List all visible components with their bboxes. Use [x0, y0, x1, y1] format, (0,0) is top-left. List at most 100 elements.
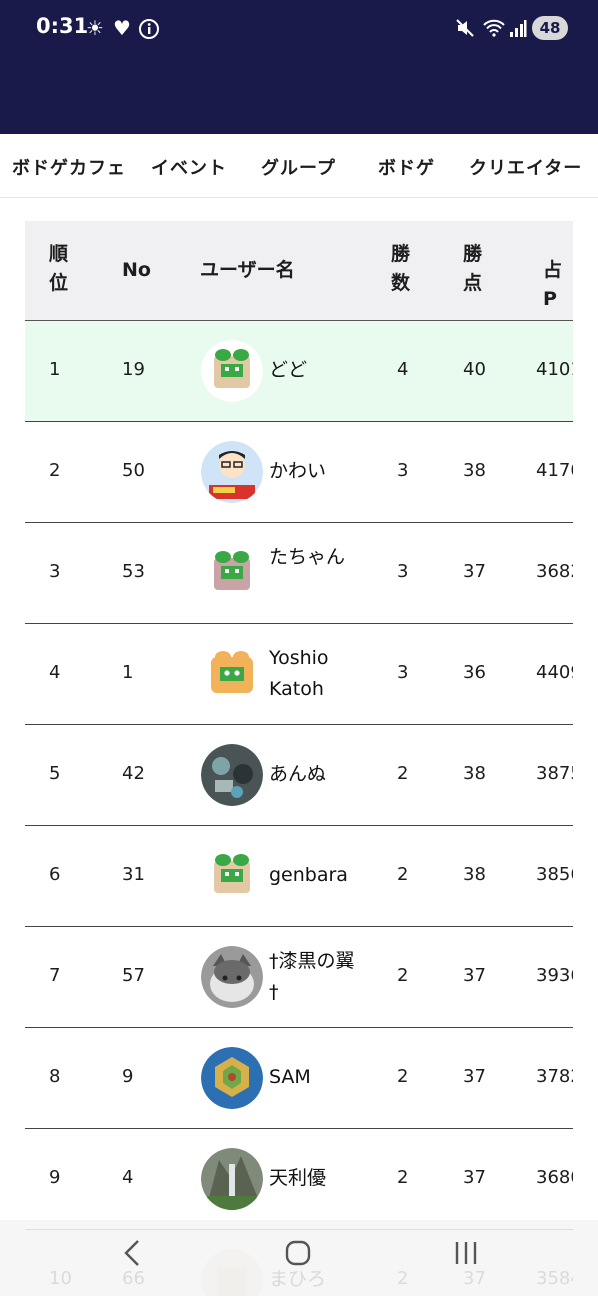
heart-icon: ♥	[113, 16, 131, 40]
no-cell: 1	[122, 662, 134, 683]
user-avatar[interactable]	[201, 845, 263, 907]
home-button[interactable]	[284, 1238, 312, 1275]
rank-cell: 7	[49, 965, 61, 986]
score-cell: 3856	[536, 864, 573, 885]
status-row: 0:31 ☀ ♥ 48	[0, 12, 598, 46]
header-rank: 順位	[49, 243, 69, 294]
score-cell: 3680	[536, 1167, 573, 1188]
no-cell: 53	[122, 561, 145, 582]
score-cell: 3682	[536, 561, 573, 582]
rank-cell: 2	[49, 460, 61, 481]
status-bar: 0:31 ☀ ♥ 48	[0, 0, 598, 134]
user-avatar[interactable]	[201, 643, 263, 705]
signal-icon	[509, 18, 527, 41]
points-cell: 38	[463, 763, 486, 784]
table-row[interactable]: 6 31 genbara 2 38 3856	[25, 826, 573, 927]
username-cell[interactable]: 天利優	[269, 1163, 359, 1194]
system-nav-bar	[0, 1220, 598, 1296]
user-avatar[interactable]	[201, 744, 263, 806]
tab-creator[interactable]: クリエイター	[469, 154, 582, 180]
username-cell[interactable]: たちゃん	[269, 542, 359, 573]
wins-cell: 2	[397, 763, 409, 784]
points-cell: 38	[463, 864, 486, 885]
wins-cell: 2	[397, 965, 409, 986]
header-score: 占P	[543, 259, 563, 310]
points-cell: 37	[463, 965, 486, 986]
score-cell: 3782	[536, 1066, 573, 1087]
brightness-icon: ☀	[86, 16, 104, 40]
status-time: 0:31	[36, 14, 89, 38]
rank-cell: 8	[49, 1066, 61, 1087]
recents-button[interactable]	[452, 1238, 480, 1275]
tab-boardgame[interactable]: ボドゲ	[378, 154, 435, 180]
user-avatar[interactable]	[201, 542, 263, 604]
no-cell: 57	[122, 965, 145, 986]
no-cell: 19	[122, 359, 145, 380]
tab-group[interactable]: グループ	[261, 154, 336, 180]
table-row[interactable]: 4 1 Yoshio Katoh 3 36 4409	[25, 624, 573, 725]
category-tabs: ボドゲカフェ イベント グループ ボドゲ クリエイター	[0, 134, 598, 198]
points-cell: 40	[463, 359, 486, 380]
header-no: No	[122, 259, 151, 281]
user-avatar[interactable]	[201, 1148, 263, 1210]
points-cell: 38	[463, 460, 486, 481]
table-row[interactable]: 5 42 あんぬ 2 38 3875	[25, 725, 573, 826]
wins-cell: 2	[397, 1167, 409, 1188]
table-row[interactable]: 2 50 かわい 3 38 4170	[25, 422, 573, 523]
username-cell[interactable]: Yoshio Katoh	[269, 643, 359, 705]
wins-cell: 2	[397, 1066, 409, 1087]
points-cell: 37	[463, 561, 486, 582]
wins-cell: 3	[397, 561, 409, 582]
back-button[interactable]	[120, 1238, 144, 1275]
points-cell: 37	[463, 1066, 486, 1087]
user-avatar[interactable]	[201, 946, 263, 1008]
wins-cell: 3	[397, 662, 409, 683]
table-row[interactable]: 1 19 どど 4 40 4101	[25, 321, 573, 422]
table-header: 順位 No ユーザー名 勝数 勝点 占P	[25, 221, 573, 321]
wins-cell: 2	[397, 864, 409, 885]
user-avatar[interactable]	[201, 340, 263, 402]
no-cell: 42	[122, 763, 145, 784]
tab-event[interactable]: イベント	[151, 154, 227, 180]
username-cell[interactable]: どど	[269, 355, 359, 386]
no-cell: 31	[122, 864, 145, 885]
table-row[interactable]: 7 57 †漆黒の翼† 2 37 3936	[25, 927, 573, 1028]
tab-boardgame-cafe[interactable]: ボドゲカフェ	[12, 154, 126, 180]
score-cell: 4170	[536, 460, 573, 481]
wins-cell: 4	[397, 359, 409, 380]
username-cell[interactable]: genbara	[269, 860, 359, 891]
wins-cell: 3	[397, 460, 409, 481]
info-icon	[138, 18, 160, 43]
table-row[interactable]: 8 9 SAM 2 37 3782	[25, 1028, 573, 1129]
header-wins: 勝数	[391, 243, 411, 294]
rank-cell: 5	[49, 763, 61, 784]
wifi-icon	[482, 18, 506, 41]
mute-icon	[455, 18, 475, 41]
user-avatar[interactable]	[201, 441, 263, 503]
no-cell: 4	[122, 1167, 134, 1188]
user-avatar[interactable]	[201, 1047, 263, 1109]
rank-cell: 9	[49, 1167, 61, 1188]
points-cell: 37	[463, 1167, 486, 1188]
no-cell: 50	[122, 460, 145, 481]
username-cell[interactable]: かわい	[269, 456, 359, 487]
rank-cell: 6	[49, 864, 61, 885]
score-cell: 4101	[536, 359, 573, 380]
header-points: 勝点	[463, 243, 483, 294]
username-cell[interactable]: あんぬ	[269, 759, 359, 790]
username-cell[interactable]: SAM	[269, 1062, 359, 1093]
table-row[interactable]: 3 53 たちゃん 3 37 3682	[25, 523, 573, 624]
header-username: ユーザー名	[200, 259, 295, 281]
no-cell: 9	[122, 1066, 134, 1087]
battery-indicator: 48	[532, 16, 568, 40]
table-row[interactable]: 9 4 天利優 2 37 3680	[25, 1129, 573, 1230]
score-cell: 4409	[536, 662, 573, 683]
score-cell: 3875	[536, 763, 573, 784]
rank-cell: 3	[49, 561, 61, 582]
ranking-table: 順位 No ユーザー名 勝数 勝点 占P 119どど4404101250かわい3…	[25, 221, 573, 1296]
rank-cell: 1	[49, 359, 61, 380]
points-cell: 36	[463, 662, 486, 683]
score-cell: 3936	[536, 965, 573, 986]
rank-cell: 4	[49, 662, 61, 683]
username-cell[interactable]: †漆黒の翼†	[269, 946, 359, 1008]
